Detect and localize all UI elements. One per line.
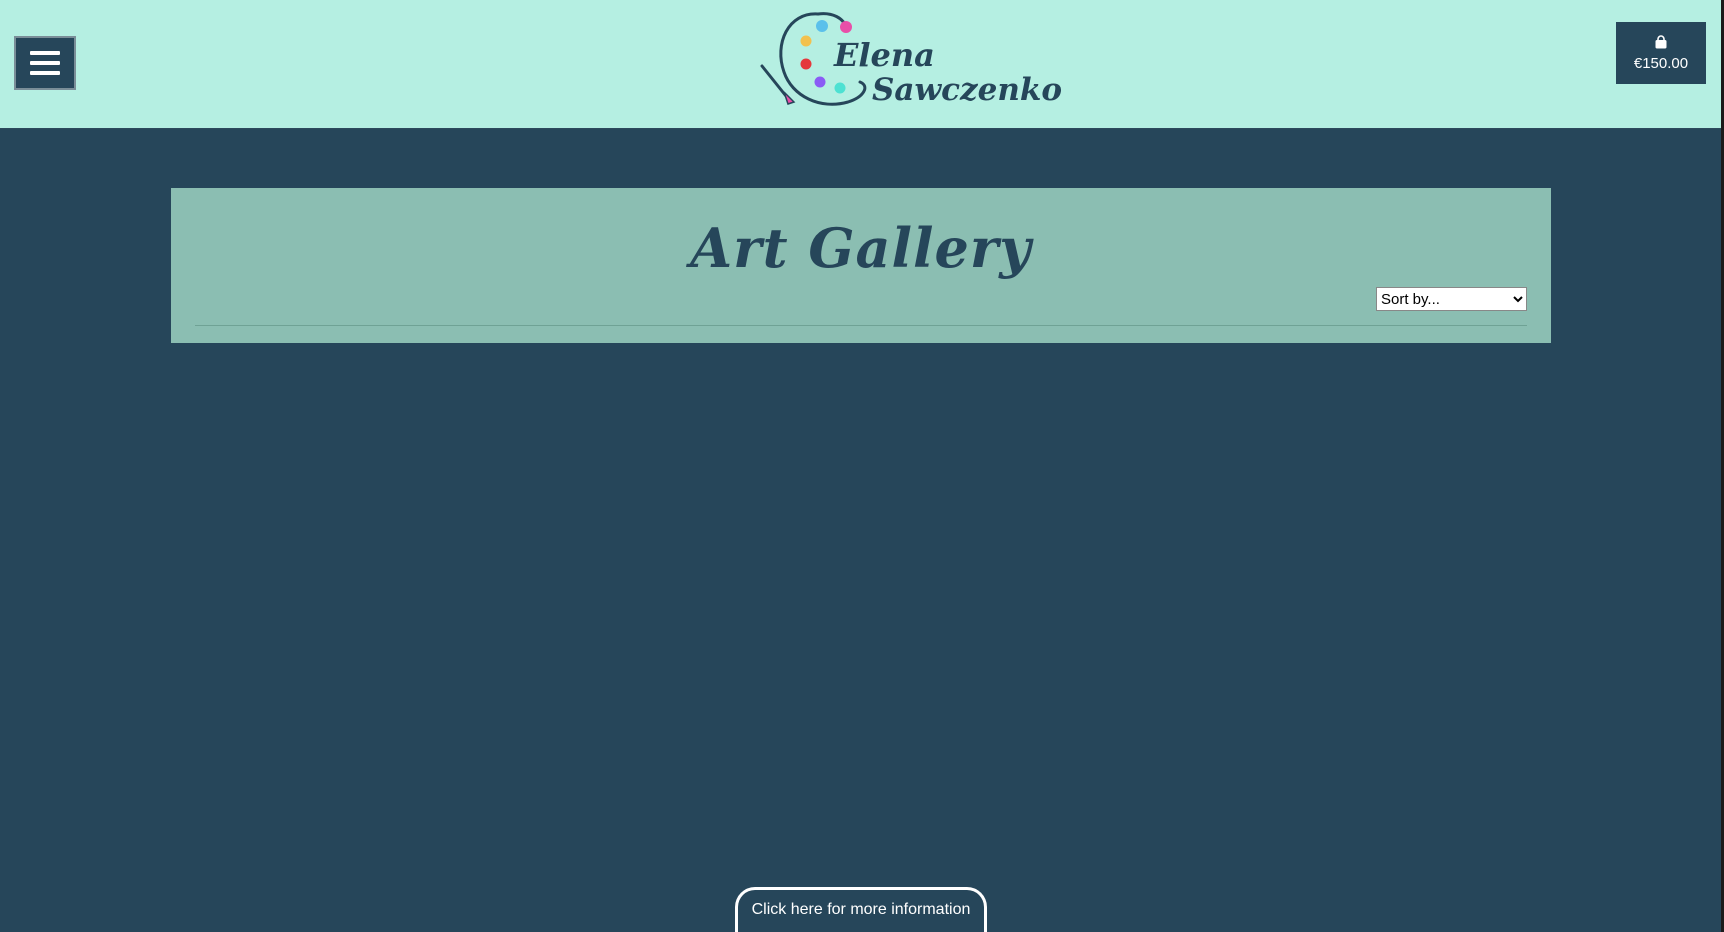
site-header: Elena Sawczenko €150.00 (0, 0, 1724, 129)
shopping-bag-icon (1655, 34, 1667, 48)
cart-total: €150.00 (1633, 54, 1689, 72)
sort-select[interactable]: Sort by... (1376, 287, 1527, 311)
site-logo[interactable]: Elena Sawczenko (760, 6, 1062, 120)
divider (195, 325, 1527, 326)
more-info-button[interactable]: Click here for more information (735, 887, 987, 932)
logo-text-last-name: Sawczenko (872, 72, 1063, 108)
page-title: Art Gallery (690, 216, 1032, 280)
gallery-header-panel: Art Gallery Sort by... (171, 188, 1551, 343)
menu-button[interactable] (14, 36, 76, 90)
hamburger-icon (30, 45, 60, 81)
logo-text-first-name: Elena (834, 36, 935, 74)
cart-button[interactable]: €150.00 (1616, 22, 1706, 84)
